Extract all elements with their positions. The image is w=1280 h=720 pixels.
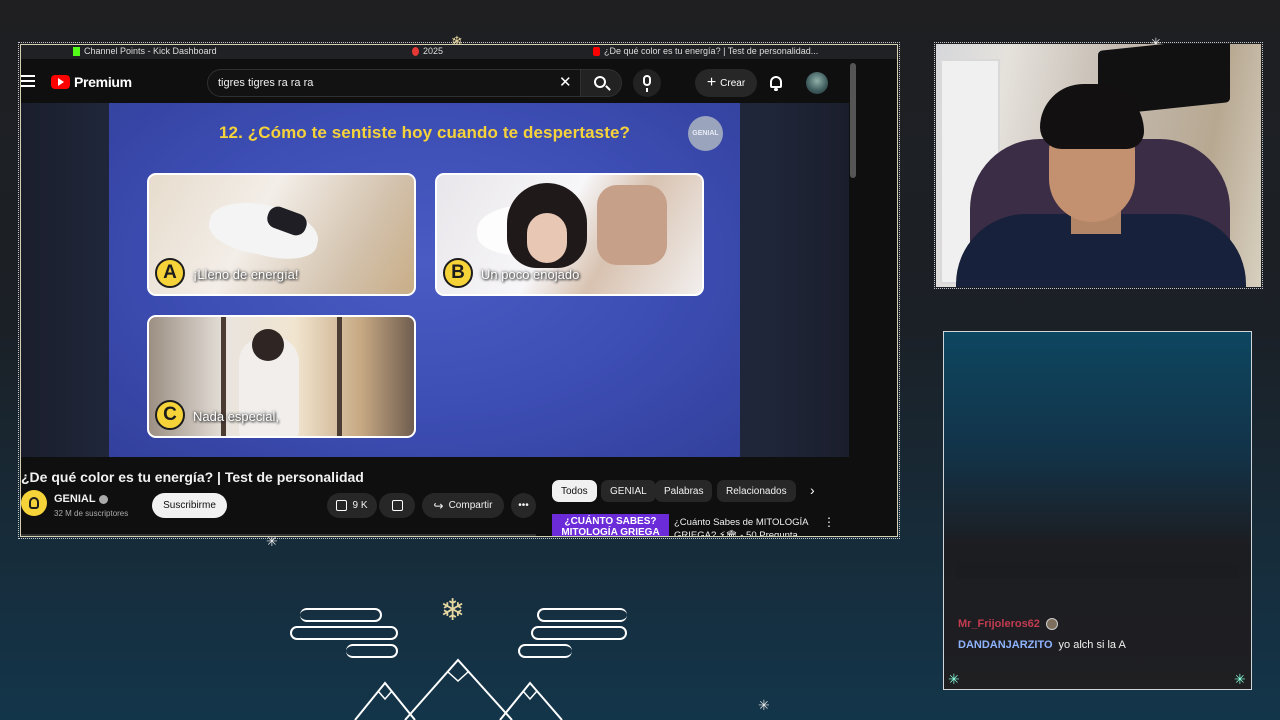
search-button[interactable] — [580, 69, 622, 97]
option-label: Un poco enojado — [481, 267, 580, 282]
face-shape — [527, 213, 567, 263]
channel-avatar[interactable] — [21, 490, 47, 516]
option-letter: C — [155, 400, 185, 430]
quiz-option-a: A ¡Lleno de energía! — [147, 173, 416, 296]
divider — [21, 534, 536, 536]
share-button[interactable]: ↪ Compartir — [422, 493, 504, 518]
webcam-feed — [936, 44, 1261, 287]
option-label: ¡Lleno de energía! — [193, 267, 299, 282]
cloud-decoration — [300, 608, 382, 622]
youtube-icon — [593, 46, 600, 56]
thumbs-up-icon — [336, 500, 348, 511]
option-label: Nada especial, — [193, 409, 279, 424]
lightbulb-icon — [29, 497, 39, 509]
shoulder-shape — [597, 185, 667, 265]
menu-icon[interactable] — [21, 75, 35, 87]
clear-icon[interactable]: ✕ — [559, 73, 572, 91]
quiz-slide: 12. ¿Cómo te sentiste hoy cuando te desp… — [109, 103, 740, 457]
chat-text: yo alch si la A — [1058, 639, 1126, 651]
channel-name[interactable]: GENIAL — [54, 493, 108, 505]
chat-fade — [956, 562, 1239, 578]
quiz-option-c: C Nada especial, — [147, 315, 416, 438]
tab-title: ¿De qué color es tu energía? | Test de p… — [604, 46, 819, 56]
browser-tab[interactable]: Channel Points - Kick Dashboard — [73, 46, 217, 56]
chat-username: DANDANJARZITO — [958, 639, 1053, 651]
like-button[interactable]: 9 K — [327, 493, 377, 518]
chat-panel: Mr_Frijoleros62 DANDANJARZITO yo alch si… — [943, 331, 1252, 690]
browser-tab-bar: Channel Points - Kick Dashboard 2025 ¿De… — [21, 45, 897, 59]
youtube-play-icon — [51, 75, 70, 89]
create-label: Crear — [720, 77, 746, 89]
chevron-right-icon[interactable]: › — [810, 482, 815, 498]
subscriber-count: 32 M de suscriptores — [54, 509, 129, 518]
browser-tab[interactable]: 2025 — [412, 46, 443, 56]
cloud-decoration — [531, 626, 627, 640]
chat-username: Mr_Frijoleros62 — [958, 618, 1040, 630]
window-frame — [337, 317, 342, 436]
record-icon — [412, 46, 419, 56]
badge-icon — [1045, 618, 1058, 630]
search-input[interactable]: tigres tigres ra ra ra — [207, 69, 603, 97]
snowflake-icon: ✳ — [1234, 671, 1246, 687]
video-title: ¿De qué color es tu energía? | Test de p… — [21, 469, 364, 485]
quiz-option-b: B Un poco enojado — [435, 173, 704, 296]
voice-search-button[interactable] — [633, 69, 661, 97]
search-icon — [594, 76, 606, 88]
thumbs-down-icon — [391, 500, 403, 511]
video-player[interactable]: 12. ¿Cómo te sentiste hoy cuando te desp… — [21, 103, 849, 457]
scrollbar[interactable] — [850, 63, 856, 178]
youtube-logo[interactable]: Premium — [51, 74, 132, 90]
like-count: 9 K — [352, 500, 368, 511]
kick-icon — [73, 46, 80, 56]
browser-capture: Channel Points - Kick Dashboard 2025 ¿De… — [20, 44, 898, 537]
chat-message: Mr_Frijoleros62 — [958, 618, 1058, 630]
notifications-icon[interactable] — [770, 76, 782, 91]
plus-icon: + — [706, 74, 717, 91]
chip-relacionados[interactable]: Relacionados — [717, 480, 796, 502]
channel-name-text: GENIAL — [54, 493, 96, 505]
verified-icon — [98, 494, 108, 504]
chat-message: DANDANJARZITO yo alch si la A — [958, 639, 1126, 651]
mountain-decoration — [354, 658, 563, 720]
recommendation-title[interactable]: ¿Cuánto Sabes de MITOLOGÍA GRIEGA? ⚡🏛 - … — [674, 516, 809, 536]
create-button[interactable]: + Crear — [695, 69, 757, 97]
channel-watermark: GENIAL — [688, 116, 723, 151]
option-letter: A — [155, 258, 185, 288]
share-label: Compartir — [448, 500, 493, 511]
browser-tab[interactable]: ¿De qué color es tu energía? | Test de p… — [593, 46, 818, 56]
recommendation-thumbnail[interactable]: ¿CUÁNTO SABES? MITOLOGÍA GRIEGA — [552, 514, 669, 537]
more-vert-icon[interactable]: ⋮ — [823, 515, 835, 529]
head-shape — [252, 329, 284, 361]
microphone-icon — [643, 75, 651, 92]
avatar[interactable] — [806, 72, 828, 94]
tab-title: 2025 — [423, 46, 444, 56]
pillow-shape — [205, 194, 323, 266]
chip-palabras[interactable]: Palabras — [655, 480, 713, 502]
option-letter: B — [443, 258, 473, 288]
share-icon: ↪ — [433, 498, 444, 513]
subscribe-button[interactable]: Suscribirme — [152, 493, 227, 518]
tab-title: Channel Points - Kick Dashboard — [84, 46, 217, 56]
snowflake-icon: ✳ — [758, 697, 770, 713]
dislike-button[interactable] — [379, 493, 415, 518]
snowflake-icon: ✳ — [948, 671, 960, 687]
chip-todos[interactable]: Todos — [552, 480, 597, 502]
cloud-decoration — [537, 608, 627, 622]
recommendation-thumb-text: ¿CUÁNTO SABES? MITOLOGÍA GRIEGA — [561, 516, 660, 537]
youtube-header: Premium tigres tigres ra ra ra ✕ + Crear — [21, 63, 859, 103]
cloud-decoration — [290, 626, 398, 640]
more-actions-button[interactable]: ••• — [511, 493, 536, 518]
snowflake-icon: ❄ — [440, 594, 466, 627]
quiz-question: 12. ¿Cómo te sentiste hoy cuando te desp… — [218, 123, 630, 142]
logo-text: Premium — [74, 74, 132, 90]
chip-genial[interactable]: GENIAL — [601, 480, 656, 502]
more-icon: ••• — [518, 500, 529, 511]
